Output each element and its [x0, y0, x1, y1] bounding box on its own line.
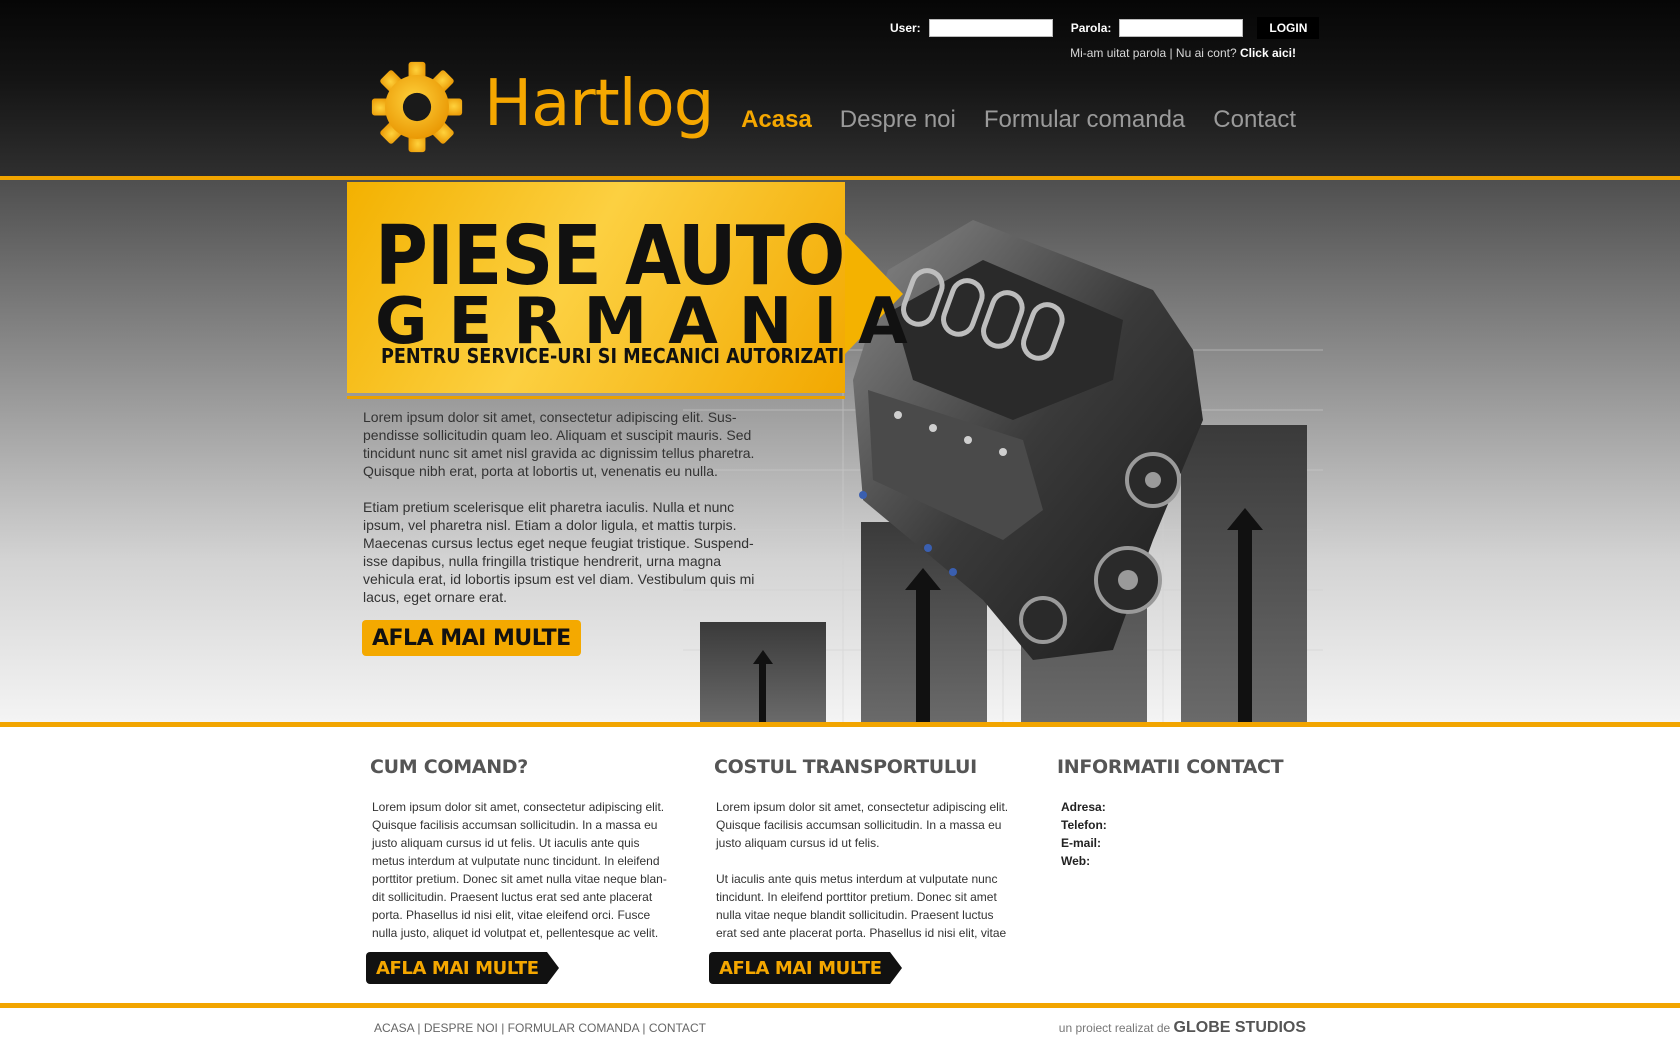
footer-separator: |	[642, 1021, 646, 1035]
shipping-cost-title: COSTUL TRANSPORTULUI	[714, 756, 977, 778]
nav-item-despre-noi[interactable]: Despre noi	[840, 106, 956, 134]
contact-info-section: INFORMATII CONTACT Adresa: Telefon: E-ma…	[1057, 756, 1357, 870]
hero-learn-more-button[interactable]: AFLA MAI MULTE	[362, 620, 581, 656]
gear-logo-icon	[371, 61, 463, 153]
contact-phone-label: Telefon:	[1061, 818, 1107, 832]
credit-studio-link[interactable]: GLOBE STUDIOS	[1174, 1019, 1306, 1036]
no-account-text: Nu ai cont?	[1175, 46, 1237, 60]
hero-paragraph: Etiam pretium scelerisque elit pharetra …	[363, 499, 755, 605]
header: User: Parola: LOGIN Mi-am uitat parola |…	[0, 0, 1680, 176]
footer-nav: ACASA | DESPRE NOI | FORMULAR COMANDA | …	[374, 1021, 706, 1035]
footer-link-acasa[interactable]: ACASA	[374, 1021, 414, 1035]
logo[interactable]: Hartlog	[370, 60, 714, 154]
footer-credit: un proiect realizat de GLOBE STUDIOS	[1059, 1019, 1306, 1037]
main-nav: Acasa Despre noi Formular comanda Contac…	[713, 106, 1296, 134]
nav-item-contact[interactable]: Contact	[1213, 106, 1296, 134]
login-form: User: Parola: LOGIN	[890, 17, 1320, 39]
login-button[interactable]: LOGIN	[1257, 17, 1320, 39]
footer-divider	[0, 1003, 1680, 1008]
contact-email-label: E-mail:	[1061, 836, 1102, 850]
password-label: Parola:	[1070, 21, 1112, 35]
credit-prefix: un proiect realizat de	[1058, 1021, 1171, 1035]
tag-arrow-icon	[546, 952, 559, 984]
user-input[interactable]	[928, 19, 1053, 37]
password-input[interactable]	[1119, 19, 1244, 37]
shipping-cost-text: Ut iaculis ante quis metus interdum at v…	[716, 872, 1007, 940]
nav-item-acasa[interactable]: Acasa	[741, 106, 812, 134]
how-to-order-section: CUM COMAND? Lorem ipsum dolor sit amet, …	[370, 756, 670, 960]
contact-web-label: Web:	[1061, 854, 1091, 868]
footer-link-despre-noi[interactable]: DESPRE NOI	[424, 1021, 498, 1035]
shipping-cost-button-label: AFLA MAI MULTE	[709, 952, 890, 984]
shipping-cost-text: Lorem ipsum dolor sit amet, consectetur …	[716, 800, 1009, 850]
logo-text: Hartlog	[484, 67, 714, 141]
contact-address-label: Adresa:	[1061, 800, 1106, 814]
how-to-order-button-label: AFLA MAI MULTE	[366, 952, 547, 984]
register-link[interactable]: Click aici!	[1240, 46, 1296, 60]
tag-arrow-icon	[889, 952, 902, 984]
hero-divider	[0, 722, 1680, 727]
forgot-password-link[interactable]: Mi-am uitat parola	[1070, 46, 1166, 60]
contact-info-list: Adresa: Telefon: E-mail: Web:	[1061, 798, 1357, 870]
contact-info-title: INFORMATII CONTACT	[1057, 756, 1284, 778]
footer-separator: |	[417, 1021, 421, 1035]
account-links: Mi-am uitat parola | Nu ai cont? Click a…	[1070, 46, 1296, 60]
shipping-cost-learn-more-button[interactable]: AFLA MAI MULTE	[709, 952, 902, 984]
hero-description: Lorem ipsum dolor sit amet, consectetur …	[363, 408, 763, 624]
footer-separator: |	[501, 1021, 505, 1035]
user-label: User:	[890, 21, 921, 35]
hero-paragraph: Lorem ipsum dolor sit amet, consectetur …	[363, 409, 755, 479]
shipping-cost-section: COSTUL TRANSPORTULUI Lorem ipsum dolor s…	[714, 756, 1014, 960]
how-to-order-learn-more-button[interactable]: AFLA MAI MULTE	[366, 952, 559, 984]
banner-underline	[347, 396, 845, 399]
account-links-separator: |	[1166, 46, 1176, 60]
hero: PIESE AUTO GERMANIA PENTRU SERVICE-URI S…	[0, 180, 1680, 722]
nav-item-formular-comanda[interactable]: Formular comanda	[984, 106, 1185, 134]
how-to-order-text: Lorem ipsum dolor sit amet, consectetur …	[372, 800, 667, 940]
footer-link-formular-comanda[interactable]: FORMULAR COMANDA	[508, 1021, 639, 1035]
how-to-order-title: CUM COMAND?	[370, 756, 528, 778]
page: User: Parola: LOGIN Mi-am uitat parola |…	[0, 0, 1680, 1050]
hero-tagline: PENTRU SERVICE-URI SI MECANICI AUTORIZAT…	[381, 344, 845, 368]
footer-link-contact[interactable]: CONTACT	[649, 1021, 706, 1035]
